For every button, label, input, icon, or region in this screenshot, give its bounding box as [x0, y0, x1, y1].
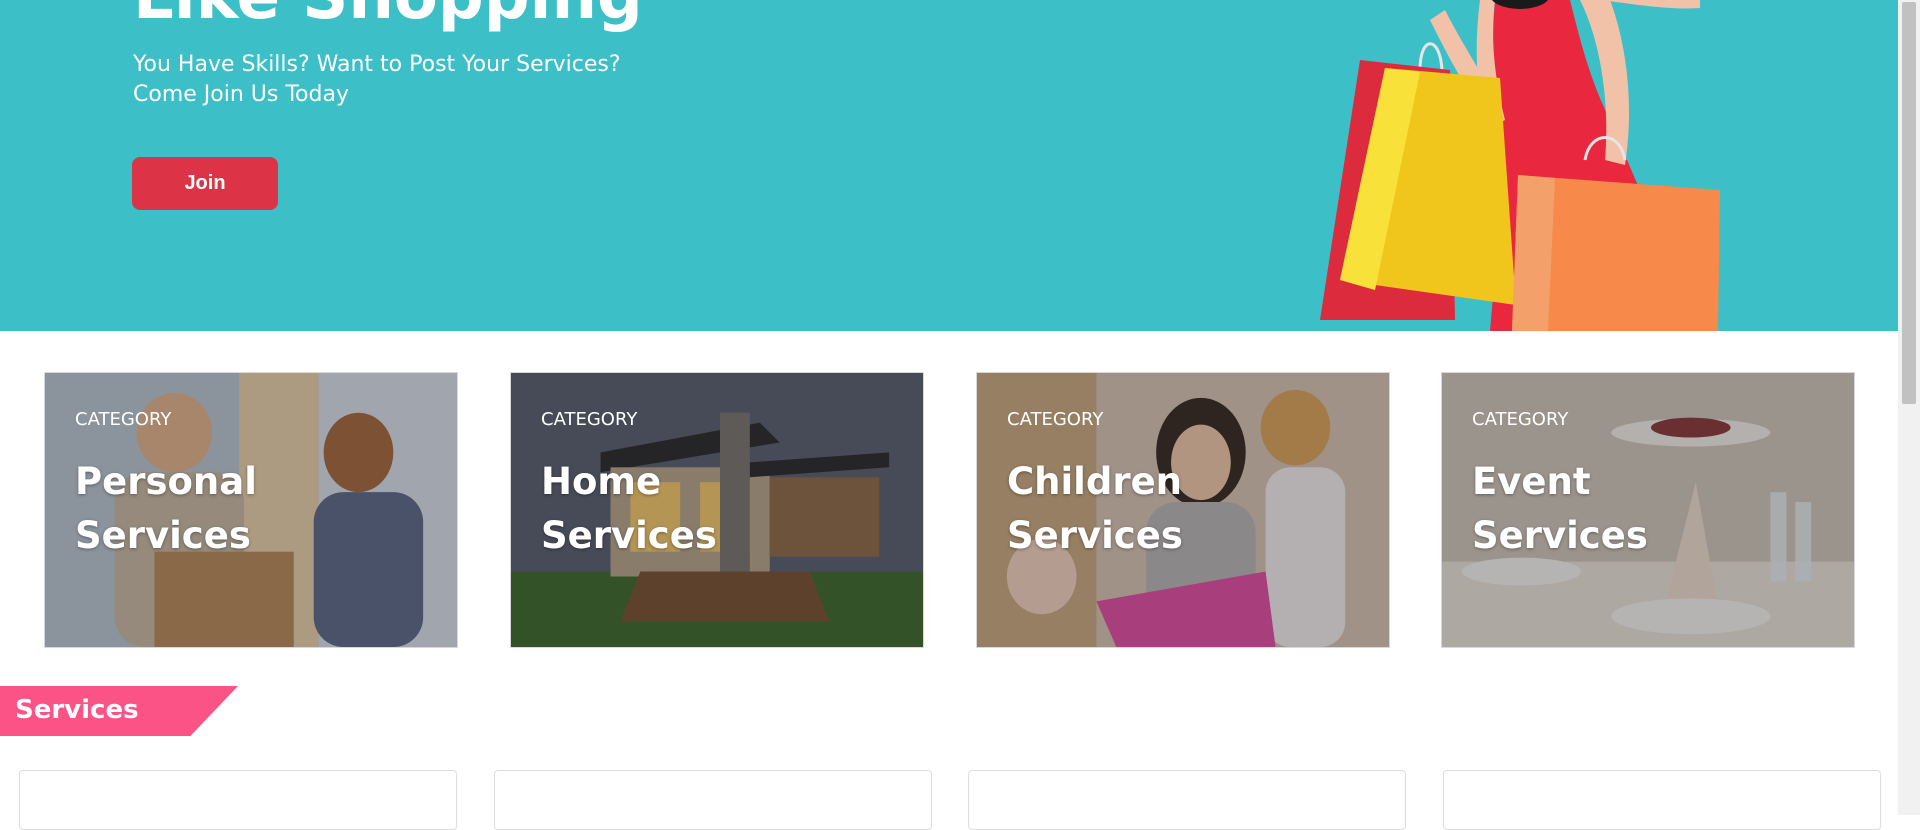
category-label: CATEGORY — [541, 409, 638, 430]
category-card-personal[interactable]: CATEGORY Personal Services — [44, 372, 458, 648]
category-label: CATEGORY — [1472, 409, 1569, 430]
category-cards: CATEGORY Personal Services CATEGORY Home S… — [0, 372, 1898, 648]
hero-subtitle: You Have Skills? Want to Post Your Servi… — [133, 50, 621, 110]
category-card-event[interactable]: CATEGORY Event Services — [1441, 372, 1855, 648]
category-card-home[interactable]: CATEGORY Home Services — [510, 372, 924, 648]
hero-subtitle-line2: Come Join Us Today — [133, 82, 349, 107]
service-card[interactable] — [1443, 770, 1881, 830]
services-heading: Services — [15, 695, 139, 725]
shopping-woman-illustration — [1320, 0, 1720, 331]
service-card[interactable] — [19, 770, 457, 830]
category-label: CATEGORY — [1007, 409, 1104, 430]
services-heading-tag: Services — [0, 686, 238, 736]
service-card[interactable] — [968, 770, 1406, 830]
category-card-children[interactable]: CATEGORY Children Services — [976, 372, 1390, 648]
category-name: Children Services — [1007, 460, 1183, 557]
category-name: Event Services — [1472, 460, 1648, 557]
category-name: Home Services — [541, 460, 717, 557]
join-button[interactable]: Join — [132, 157, 278, 210]
hero-banner: Like Shopping You Have Skills? Want to P… — [0, 0, 1898, 331]
hero-title: Like Shopping — [133, 0, 643, 34]
category-name: Personal Services — [75, 460, 257, 557]
service-card[interactable] — [494, 770, 932, 830]
category-label: CATEGORY — [75, 409, 172, 430]
vertical-scrollbar[interactable] — [1898, 0, 1920, 815]
scrollbar-thumb[interactable] — [1902, 2, 1916, 404]
hero-subtitle-line1: You Have Skills? Want to Post Your Servi… — [133, 52, 621, 77]
